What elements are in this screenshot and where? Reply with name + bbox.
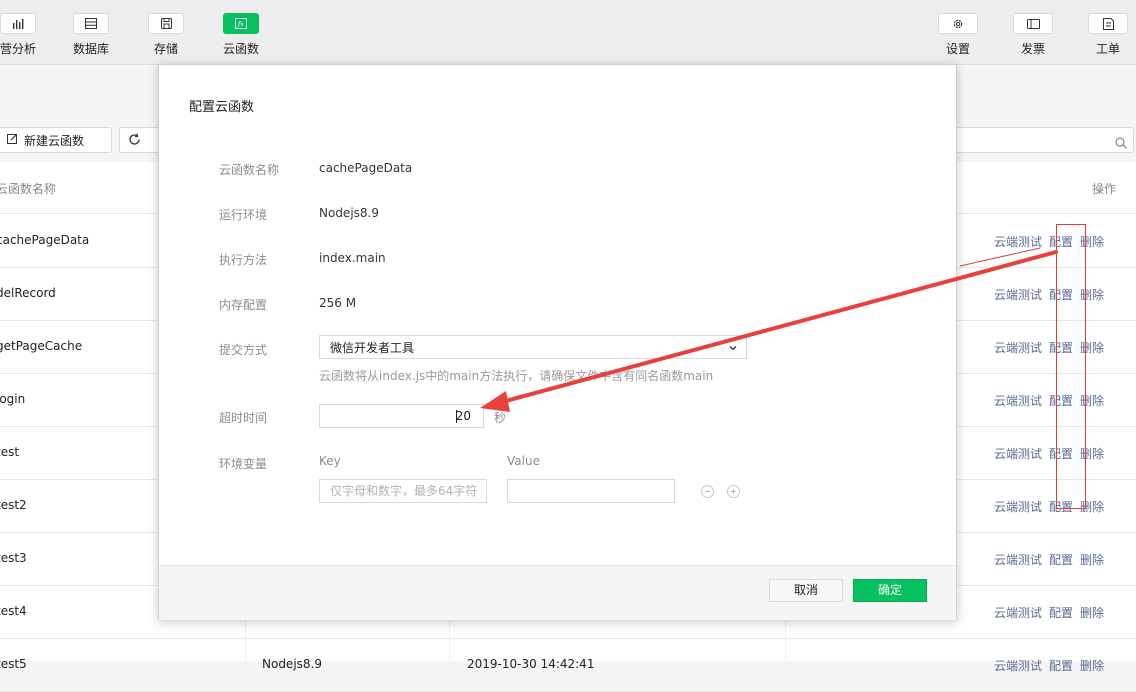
toolbar-settings[interactable]: 设置 — [928, 0, 988, 64]
config-link[interactable]: 配置 — [1049, 606, 1073, 620]
cloud-test-link[interactable]: 云端测试 — [994, 659, 1042, 673]
toolbar-storage[interactable]: 存储 — [136, 0, 196, 64]
toolbar-ticket[interactable]: 工单 — [1078, 0, 1136, 64]
runtime-label: 运行环境 — [219, 208, 268, 222]
row-actions: 云端测试 配置 删除 — [994, 286, 1111, 303]
function-name-cell: getPageCache — [0, 339, 83, 353]
function-name-value: cachePageData — [319, 161, 413, 175]
timeout-value: 20 — [455, 409, 471, 423]
row-actions: 云端测试 配置 删除 — [994, 339, 1111, 356]
dialog-title: 配置云函数 — [189, 100, 255, 115]
function-name-cell: delRecord — [0, 286, 56, 300]
runtime-value: Nodejs8.9 — [319, 206, 379, 220]
toolbar-label: 发票 — [1020, 42, 1045, 56]
timeout-unit: 秒 — [494, 411, 507, 425]
delete-link[interactable]: 删除 — [1080, 606, 1104, 620]
function-icon: fx — [223, 13, 259, 34]
env-vars-label: 环境变量 — [219, 457, 268, 471]
cloud-test-link[interactable]: 云端测试 — [994, 394, 1042, 408]
timeout-label: 超时时间 — [219, 411, 268, 425]
new-function-label: 新建云函数 — [24, 133, 85, 148]
gear-icon — [938, 13, 978, 34]
table-row: test5 Nodejs8.9 2019-10-30 14:42:41 云端测试配置删… — [0, 638, 1136, 692]
toolbar-label: 云函数 — [222, 42, 259, 56]
row-actions: 云端测试 配置 删除 — [994, 551, 1111, 568]
function-name-cell: login — [0, 392, 26, 406]
toolbar-label: 工单 — [1095, 42, 1120, 56]
toolbar-cloud-function[interactable]: fx 云函数 — [211, 0, 271, 64]
row-actions: 云端测试 配置 删除 — [994, 392, 1111, 409]
function-name-cell: test2 — [0, 498, 27, 512]
cloud-test-link[interactable]: 云端测试 — [994, 341, 1042, 355]
column-header-ops: 操作 — [1092, 182, 1117, 196]
submit-method-label: 提交方式 — [219, 343, 268, 357]
storage-icon — [148, 13, 184, 34]
submit-method-hint: 云函数将从index.js中的main方法执行，请确保文件中含有同名函数main — [319, 369, 714, 383]
row-actions: 云端测试 配置 删除 — [994, 445, 1111, 462]
config-link[interactable]: 配置 — [1049, 553, 1073, 567]
timeout-input[interactable]: 20 — [319, 404, 484, 428]
toolbar-analytics[interactable]: 营分析 — [0, 0, 48, 64]
function-name-cell: test3 — [0, 551, 27, 565]
cloud-test-link[interactable]: 云端测试 — [994, 500, 1042, 514]
env-value-header: Value — [507, 454, 540, 468]
dialog-footer: 取消 确定 — [159, 565, 956, 620]
cloud-test-link[interactable]: 云端测试 — [994, 235, 1042, 249]
row-actions: 云端测试 配置 删除 — [994, 657, 1111, 674]
env-value-input[interactable] — [507, 479, 675, 503]
env-key-input[interactable]: 仅字母和数字，最多64字符 — [319, 479, 487, 503]
config-link[interactable]: 配置 — [1049, 659, 1073, 673]
toolbar-label: 存储 — [153, 42, 178, 56]
toolbar-invoice[interactable]: 发票 — [1003, 0, 1063, 64]
ticket-icon — [1088, 13, 1128, 34]
memory-value: 256 M — [319, 296, 357, 310]
row-actions: 云端测试 配置 删除 — [994, 498, 1111, 515]
handler-value: index.main — [319, 251, 386, 265]
annotation-highlight-box — [1056, 224, 1086, 509]
runtime-cell: Nodejs8.9 — [262, 657, 322, 671]
submit-method-select[interactable]: 微信开发者工具 — [319, 335, 747, 359]
submit-method-value: 微信开发者工具 — [330, 340, 415, 355]
function-name-cell: cachePageData — [0, 233, 90, 247]
remove-env-button[interactable] — [701, 485, 714, 498]
new-function-button[interactable]: 新建云函数 — [0, 127, 112, 153]
cloud-test-link[interactable]: 云端测试 — [994, 288, 1042, 302]
cloud-test-link[interactable]: 云端测试 — [994, 447, 1042, 461]
toolbar-database[interactable]: 数据库 — [61, 0, 121, 64]
column-header-name: 云函数名称 — [0, 182, 57, 196]
toolbar-label: 营分析 — [0, 42, 36, 56]
bar-chart-icon — [0, 13, 36, 34]
row-actions: 云端测试 配置 删除 — [994, 233, 1111, 250]
refresh-icon — [128, 131, 141, 150]
cancel-button[interactable]: 取消 — [769, 579, 843, 602]
function-name-label: 云函数名称 — [219, 163, 280, 177]
cloud-test-link[interactable]: 云端测试 — [994, 553, 1042, 567]
memory-label: 内存配置 — [219, 298, 268, 312]
function-name-cell: test — [0, 445, 20, 459]
delete-link[interactable]: 删除 — [1080, 553, 1104, 567]
toolbar-label: 设置 — [945, 42, 970, 56]
database-icon — [73, 13, 109, 34]
ok-button[interactable]: 确定 — [853, 579, 927, 602]
top-toolbar: 营分析 数据库 存储 fx 云函数 设置 发票 工单 — [0, 0, 1136, 65]
delete-link[interactable]: 删除 — [1080, 659, 1104, 673]
toolbar-label: 数据库 — [72, 42, 109, 56]
row-actions: 云端测试 配置 删除 — [994, 604, 1111, 621]
function-name-cell: test4 — [0, 604, 27, 618]
add-env-button[interactable] — [727, 485, 740, 498]
cloud-test-link[interactable]: 云端测试 — [994, 606, 1042, 620]
search-icon — [1115, 134, 1127, 153]
config-function-dialog: 配置云函数 云函数名称 cachePageData 运行环境 Nodejs8.9… — [158, 64, 957, 620]
search-input[interactable] — [940, 127, 1134, 153]
env-key-header: Key — [319, 454, 341, 468]
invoice-icon — [1013, 13, 1053, 34]
handler-label: 执行方法 — [219, 253, 268, 267]
function-name-cell: test5 — [0, 657, 27, 671]
edit-icon — [7, 133, 18, 147]
updated-time-cell: 2019-10-30 14:42:41 — [467, 657, 595, 671]
chevron-down-icon — [728, 342, 738, 356]
svg-text:fx: fx — [237, 21, 244, 28]
